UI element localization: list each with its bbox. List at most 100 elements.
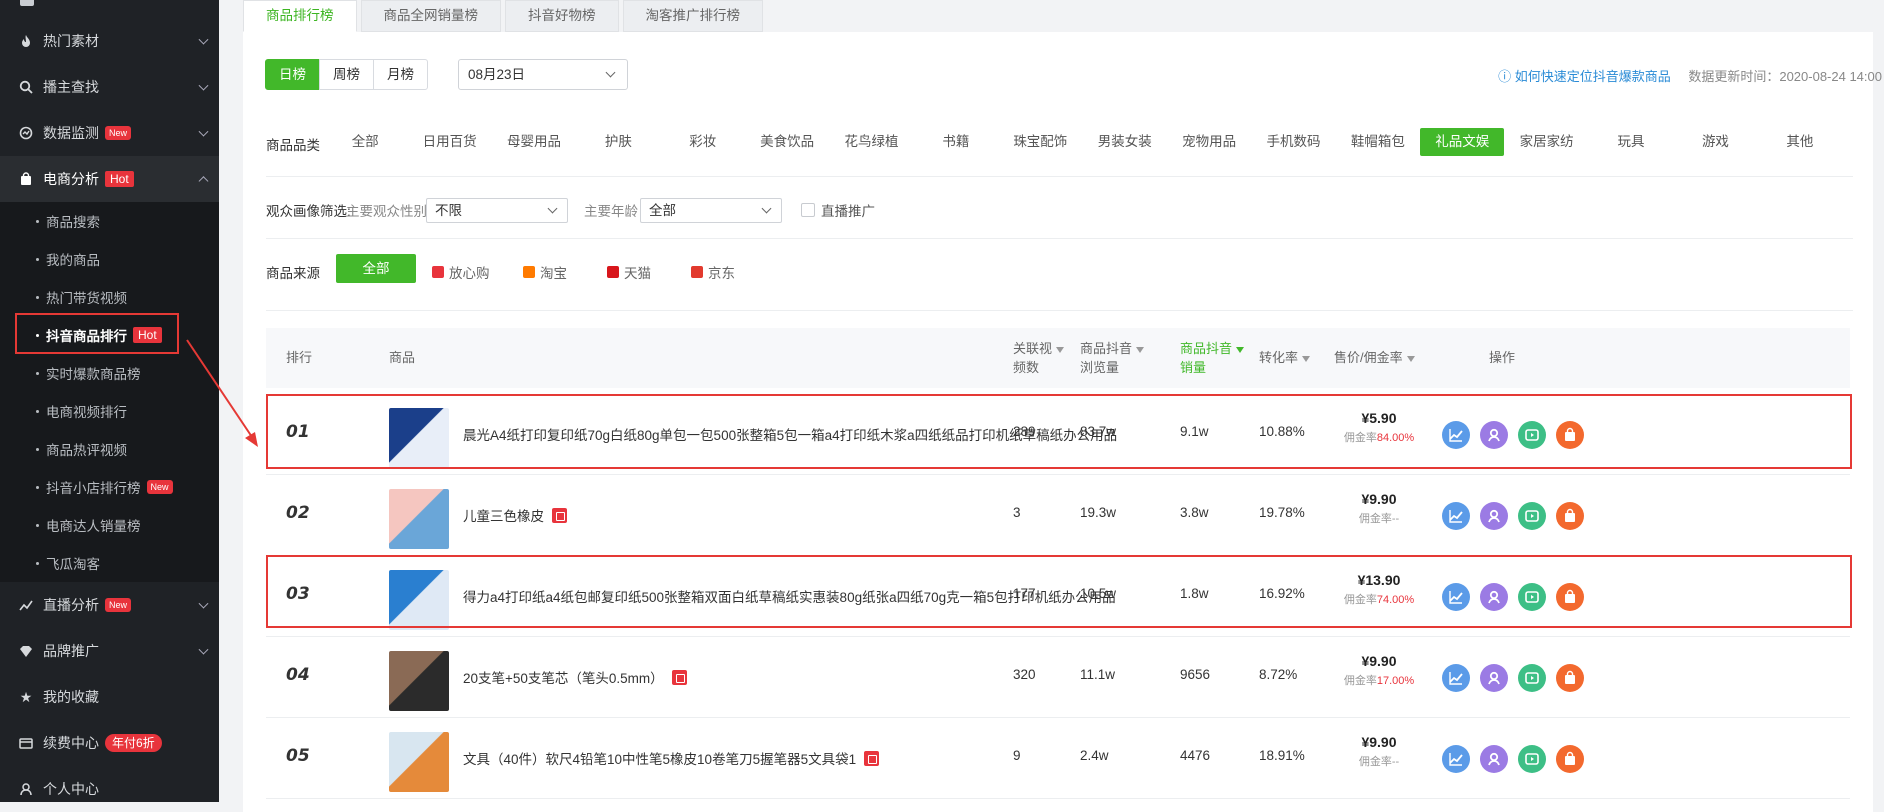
category-item[interactable]: 花鸟绿植: [829, 128, 913, 156]
card-icon: [18, 735, 34, 751]
shop-icon[interactable]: [1556, 745, 1584, 773]
product-thumbnail[interactable]: [389, 651, 449, 711]
date-value: 08月23日: [468, 67, 526, 82]
header-videos[interactable]: 关联视 频数: [1013, 339, 1065, 377]
chevron-down-icon: [605, 67, 616, 78]
rank-number: 04: [286, 665, 310, 685]
category-item[interactable]: 玩具: [1589, 128, 1673, 156]
price: ¥9.90: [1361, 653, 1397, 669]
sidebar-item-personal-center[interactable]: 个人中心: [0, 766, 219, 802]
category-item[interactable]: 手机数码: [1251, 128, 1335, 156]
shop-icon[interactable]: [1556, 664, 1584, 692]
trend-chart-icon[interactable]: [1442, 664, 1470, 692]
sidebar-item-brand-promotion[interactable]: 品牌推广: [0, 628, 219, 674]
category-item[interactable]: 鞋帽箱包: [1336, 128, 1420, 156]
category-item[interactable]: 宠物用品: [1167, 128, 1251, 156]
age-label: 主要年龄: [584, 204, 638, 219]
product-name[interactable]: 儿童三色橡皮: [463, 505, 1133, 525]
commission-value: 17.00%: [1376, 675, 1415, 687]
category-item[interactable]: 礼品文娱: [1420, 128, 1505, 156]
profile-icon[interactable]: [1480, 502, 1508, 530]
source-tmall[interactable]: 天猫: [607, 262, 651, 282]
source-taobao[interactable]: 淘宝: [523, 262, 567, 282]
period-daily-button[interactable]: 日榜: [265, 59, 320, 90]
category-item[interactable]: 护肤: [576, 128, 660, 156]
category-item[interactable]: 书籍: [914, 128, 998, 156]
question-icon: ⓘ: [1498, 69, 1515, 84]
source-fangxingou[interactable]: 放心购: [432, 262, 490, 282]
submenu-label: 商品搜索: [46, 215, 100, 230]
date-select[interactable]: 08月23日: [458, 59, 628, 90]
submenu-item-influencer-sales[interactable]: 电商达人销量榜: [0, 506, 219, 544]
conversion-rate: 19.78%: [1259, 505, 1305, 520]
category-item[interactable]: 彩妆: [661, 128, 745, 156]
category-item[interactable]: 男装女装: [1083, 128, 1167, 156]
product-name-text: 文具（40件）软尺4铅笔10中性笔5橡皮10卷笔刀5握笔器5文具袋1: [463, 752, 857, 767]
category-item[interactable]: 美食饮品: [745, 128, 829, 156]
shopping-bag-icon: [18, 171, 34, 187]
shop-icon[interactable]: [1556, 502, 1584, 530]
product-thumbnail[interactable]: [389, 489, 449, 549]
product-name[interactable]: 文具（40件）软尺4铅笔10中性笔5橡皮10卷笔刀5握笔器5文具袋1: [463, 748, 1133, 768]
trend-chart-icon[interactable]: [1442, 745, 1470, 773]
age-select[interactable]: 全部: [640, 198, 782, 223]
category-item[interactable]: 珠宝配饰: [998, 128, 1082, 156]
category-item[interactable]: 母婴用品: [492, 128, 576, 156]
sort-icon: [1056, 346, 1065, 353]
header-price[interactable]: 售价/佣金率: [1334, 348, 1415, 367]
category-item[interactable]: 日用百货: [407, 128, 491, 156]
tab-good-products[interactable]: 抖音好物榜: [505, 0, 619, 32]
sidebar-item-data-monitor[interactable]: 数据监测 New: [0, 110, 219, 156]
sidebar-item-renewal-center[interactable]: 续费中心 年付6折: [0, 720, 219, 766]
sidebar-item-live-analysis[interactable]: 直播分析 New: [0, 582, 219, 628]
tab-taoke-promotion[interactable]: 淘客推广排行榜: [622, 0, 763, 32]
profile-icon[interactable]: [1480, 745, 1508, 773]
category-item[interactable]: 其他: [1758, 128, 1842, 156]
period-weekly-button[interactable]: 周榜: [319, 59, 374, 90]
sidebar-item-streamer-search[interactable]: 播主查找: [0, 64, 219, 110]
commission: 佣金率--: [1329, 510, 1429, 526]
sort-icon: [1136, 346, 1145, 353]
header-price-text: 售价/佣金率: [1334, 350, 1403, 365]
play-video-icon[interactable]: [1518, 745, 1546, 773]
star-icon: ★: [19, 688, 33, 705]
source-all-button[interactable]: 全部: [336, 254, 416, 283]
submenu-item-ecom-video-rank[interactable]: 电商视频排行: [0, 392, 219, 430]
help-link[interactable]: ⓘ 如何快速定位抖音爆款商品: [1498, 69, 1671, 84]
submenu-item-hot-videos[interactable]: 热门带货视频: [0, 278, 219, 316]
tab-product-rank[interactable]: 商品排行榜: [243, 0, 357, 32]
chevron-down-icon: [761, 203, 772, 214]
gender-select[interactable]: 不限: [426, 198, 568, 223]
product-thumbnail[interactable]: [389, 732, 449, 792]
tab-network-sales[interactable]: 商品全网销量榜: [360, 0, 501, 32]
submenu-item-hot-comment-videos[interactable]: 商品热评视频: [0, 430, 219, 468]
sidebar-item-favorites[interactable]: ★ 我的收藏: [0, 674, 219, 720]
source-jd[interactable]: 京东: [691, 262, 735, 282]
table-row[interactable]: 05 文具（40件）软尺4铅笔10中性笔5橡皮10卷笔刀5握笔器5文具袋1 9 …: [266, 718, 1850, 799]
diamond-icon: [18, 643, 34, 659]
sidebar-item-hot-material[interactable]: 热门素材: [0, 18, 219, 64]
period-monthly-button[interactable]: 月榜: [373, 59, 428, 90]
submenu-item-realtime-hot[interactable]: 实时爆款商品榜: [0, 354, 219, 392]
live-promo-checkbox[interactable]: [801, 203, 815, 217]
table-row[interactable]: 02 儿童三色橡皮 3 19.3w 3.8w 19.78% ¥9.90 佣金率-…: [266, 475, 1850, 556]
header-conversion[interactable]: 转化率: [1259, 348, 1311, 367]
submenu-item-product-search[interactable]: 商品搜索: [0, 202, 219, 240]
header-views[interactable]: 商品抖音 浏览量: [1080, 339, 1145, 377]
help-area: ⓘ 如何快速定位抖音爆款商品 数据更新时间：2020-08-24 14:00: [1498, 66, 1882, 85]
category-item[interactable]: 全部: [323, 128, 407, 156]
category-item[interactable]: 游戏: [1673, 128, 1757, 156]
submenu-item-shop-rank[interactable]: 抖音小店排行榜 New: [0, 468, 219, 506]
submenu-item-feigua-taoke[interactable]: 飞瓜淘客: [0, 544, 219, 582]
play-video-icon[interactable]: [1518, 502, 1546, 530]
trend-chart-icon[interactable]: [1442, 502, 1470, 530]
category-item[interactable]: 家居家纺: [1504, 128, 1588, 156]
submenu-item-my-products[interactable]: 我的商品: [0, 240, 219, 278]
header-sales[interactable]: 商品抖音 销量: [1180, 339, 1245, 377]
new-badge: New: [105, 126, 132, 140]
sidebar-item-ecommerce-analysis[interactable]: 电商分析 Hot: [0, 156, 219, 202]
table-header: 排行 商品 关联视 频数 商品抖音 浏览量 商品抖音 销量 转化率 售价/佣金率 操作: [266, 328, 1850, 388]
profile-icon[interactable]: [1480, 664, 1508, 692]
table-row[interactable]: 04 20支笔+50支笔芯（笔头0.5mm） 320 11.1w 9656 8.…: [266, 637, 1850, 718]
play-video-icon[interactable]: [1518, 664, 1546, 692]
